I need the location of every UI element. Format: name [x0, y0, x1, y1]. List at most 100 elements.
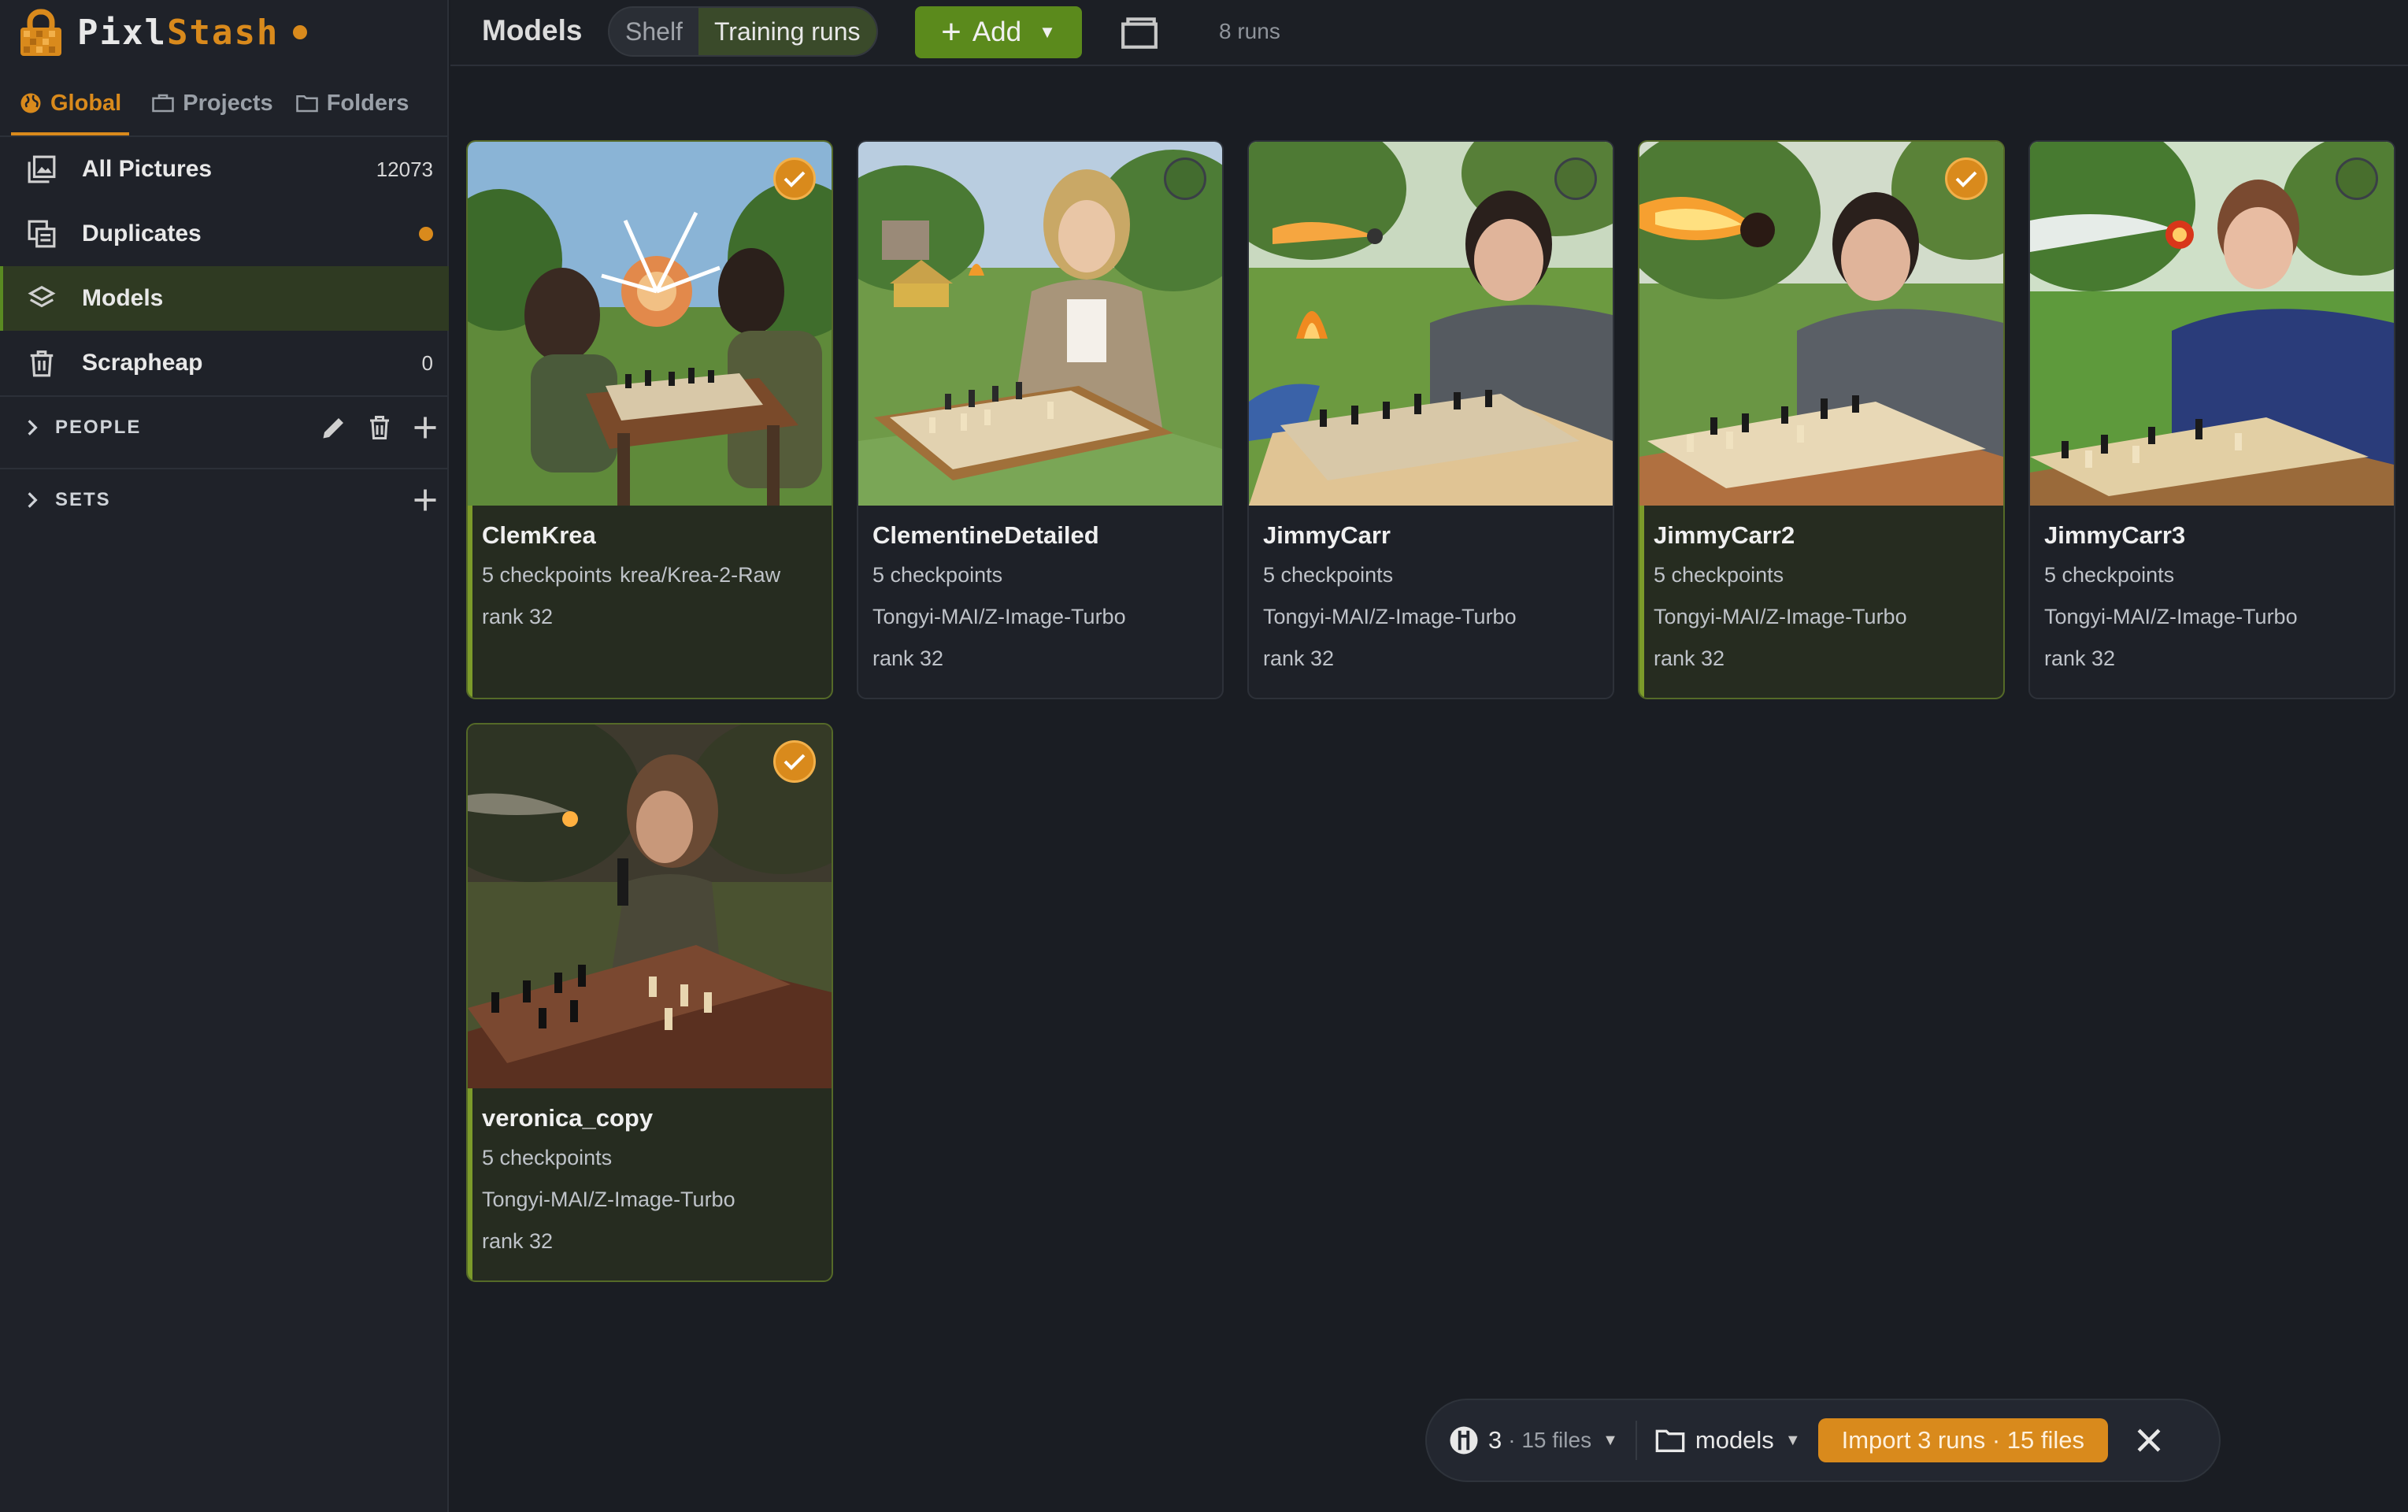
model-card-clementinedetailed[interactable]: ClementineDetailed 5 checkpoints Tongyi-…	[857, 140, 1224, 699]
sidebar-nav: All Pictures 12073 Duplicates Models Scr…	[0, 137, 449, 395]
sidebar-item-duplicates[interactable]: Duplicates	[0, 202, 449, 266]
close-icon[interactable]	[2132, 1423, 2166, 1458]
card-thumbnail	[468, 142, 832, 506]
status-dot	[293, 25, 308, 39]
pencil-icon[interactable]	[320, 413, 348, 442]
folder-name: models	[1695, 1426, 1774, 1454]
model-card-clemkrea[interactable]: ClemKrea 5 checkpoints krea/Krea-2-Raw ra…	[466, 140, 833, 699]
tab-global[interactable]: Global	[11, 76, 130, 135]
caret-down-icon: ▼	[1602, 1431, 1618, 1449]
brand-name: PixlStash	[77, 13, 279, 53]
select-checkbox[interactable]	[1554, 158, 1597, 200]
card-rank: rank 32	[872, 647, 944, 670]
check-icon	[784, 171, 806, 187]
count-badge: 12073	[376, 157, 433, 181]
view-toggle: Shelf Training runs	[608, 6, 878, 57]
checkpoints-count: 5 checkpoints	[1263, 563, 1394, 587]
model-card-jimmycarr[interactable]: JimmyCarr 5 checkpoints Tongyi-MAI/Z-Ima…	[1247, 140, 1614, 699]
trash-icon[interactable]	[365, 413, 394, 442]
card-body: veronica_copy 5 checkpoints Tongyi-MAI/Z…	[468, 1088, 832, 1262]
thumbnail-image	[1249, 142, 1613, 506]
destination-folder-selector[interactable]: models ▼	[1654, 1425, 1801, 1456]
base-model: Tongyi-MAI/Z-Image-Turbo	[1263, 605, 1517, 628]
duplicates-icon	[28, 220, 56, 248]
select-checkbox[interactable]	[1945, 158, 1988, 200]
card-title: ClementineDetailed	[872, 521, 1099, 549]
card-rank: rank 32	[482, 605, 554, 628]
section-sets[interactable]: SETS	[0, 468, 449, 531]
card-checkpoints: 5 checkpoints krea/Krea-2-Raw	[482, 554, 817, 596]
card-title: JimmyCarr	[1263, 521, 1391, 549]
thumbnail-image	[2030, 142, 2394, 506]
chevron-right-icon	[28, 492, 38, 508]
card-body: ClementineDetailed 5 checkpoints Tongyi-…	[858, 506, 1222, 680]
plus-icon[interactable]	[411, 413, 439, 442]
base-model: Tongyi-MAI/Z-Image-Turbo	[2044, 605, 2298, 628]
globe-icon	[20, 93, 41, 113]
section-people[interactable]: PEOPLE	[0, 395, 449, 458]
checkpoints-count: 5 checkpoints	[872, 563, 1003, 587]
lock-logo-icon	[20, 9, 61, 56]
layers-icon	[28, 285, 56, 308]
sidebar-item-scrapheap[interactable]: Scrapheap 0	[0, 331, 449, 395]
divider	[1635, 1421, 1637, 1460]
base-model: Tongyi-MAI/Z-Image-Turbo	[482, 1188, 735, 1211]
checkpoints-count: 5 checkpoints	[2044, 563, 2175, 587]
sidebar-item-label: Models	[82, 285, 164, 311]
tab-projects-label: Projects	[183, 90, 273, 116]
add-button[interactable]: + Add ▼	[915, 6, 1082, 58]
select-checkbox[interactable]	[2336, 158, 2378, 200]
model-card-jimmycarr3[interactable]: JimmyCarr3 5 checkpoints Tongyi-MAI/Z-Im…	[2028, 140, 2395, 699]
notification-dot	[419, 227, 433, 241]
trash-icon	[30, 350, 54, 377]
checkpoints-count: 5 checkpoints	[482, 1146, 613, 1169]
card-rank: rank 32	[2044, 647, 2116, 670]
checkpoints-count: 5 checkpoints	[482, 563, 613, 587]
open-folder-icon[interactable]	[1120, 13, 1159, 52]
card-body: JimmyCarr3 5 checkpoints Tongyi-MAI/Z-Im…	[2030, 506, 2394, 680]
sidebar: PixlStash Global Projects Folders All Pi…	[0, 0, 449, 1512]
base-model: Tongyi-MAI/Z-Image-Turbo	[872, 605, 1126, 628]
model-card-jimmycarr2[interactable]: JimmyCarr2 5 checkpoints Tongyi-MAI/Z-Im…	[1638, 140, 2005, 699]
add-button-label: Add	[972, 17, 1022, 47]
tab-projects[interactable]: Projects	[143, 76, 280, 135]
model-card-veronica-copy[interactable]: veronica_copy 5 checkpoints Tongyi-MAI/Z…	[466, 723, 833, 1282]
tab-folders[interactable]: Folders	[287, 76, 417, 135]
card-thumbnail	[1639, 142, 2003, 506]
caret-down-icon: ▼	[1039, 22, 1056, 42]
select-checkbox[interactable]	[1164, 158, 1206, 200]
page-title: Models	[482, 14, 583, 46]
sidebar-item-models[interactable]: Models	[0, 266, 449, 331]
section-title: PEOPLE	[55, 417, 142, 438]
run-count: 8 runs	[1219, 19, 1280, 43]
count-badge: 0	[421, 350, 433, 375]
tab-folders-label: Folders	[326, 90, 409, 116]
card-thumbnail	[1249, 142, 1613, 506]
plus-icon: +	[941, 13, 961, 51]
select-checkbox[interactable]	[773, 158, 816, 200]
tab-shelf[interactable]: Shelf	[609, 8, 698, 55]
folder-icon	[1655, 1429, 1685, 1452]
tab-training-runs[interactable]: Training runs	[698, 8, 876, 55]
section-actions	[302, 413, 439, 442]
card-title: veronica_copy	[482, 1104, 654, 1132]
files-count: · 15 files	[1508, 1428, 1592, 1452]
import-bar: 3 · 15 files ▼ models ▼ Import 3 runs · …	[1425, 1399, 2221, 1482]
runs-selector[interactable]: 3 · 15 files ▼	[1447, 1424, 1618, 1457]
folder-icon	[295, 95, 318, 113]
import-button[interactable]: Import 3 runs · 15 files	[1817, 1418, 2109, 1462]
section-title: SETS	[55, 489, 111, 510]
check-icon	[784, 754, 806, 770]
topbar: Models Shelf Training runs + Add ▼ 8 run…	[450, 0, 2408, 66]
card-body: JimmyCarr2 5 checkpoints Tongyi-MAI/Z-Im…	[1639, 506, 2003, 680]
brand[interactable]: PixlStash	[16, 5, 308, 60]
card-thumbnail	[2030, 142, 2394, 506]
sidebar-item-all-pictures[interactable]: All Pictures 12073	[0, 137, 449, 202]
base-model: Tongyi-MAI/Z-Image-Turbo	[1654, 605, 1907, 628]
scope-tabs: Global Projects Folders	[11, 76, 436, 135]
plus-icon[interactable]	[411, 486, 439, 514]
card-rank: rank 32	[1263, 647, 1335, 670]
card-body: ClemKrea 5 checkpoints krea/Krea-2-Raw ra…	[468, 506, 832, 638]
caret-down-icon: ▼	[1784, 1431, 1801, 1449]
select-checkbox[interactable]	[773, 740, 816, 783]
